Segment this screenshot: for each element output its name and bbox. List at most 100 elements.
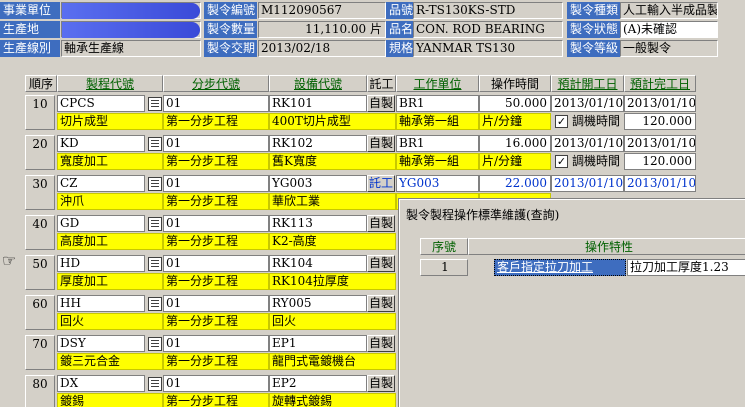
- row-seq: 20: [25, 135, 55, 170]
- mode-button[interactable]: 自製: [367, 95, 395, 112]
- adjust-input[interactable]: 120.000: [624, 153, 696, 170]
- op-time-input[interactable]: 50.000: [479, 95, 551, 112]
- header-mid-field-1[interactable]: 11,110.00 片: [258, 21, 386, 38]
- equip-code-input[interactable]: RK113: [269, 215, 367, 232]
- header-right-field-1[interactable]: CON. ROD BEARING: [413, 21, 563, 38]
- lookup-list-icon[interactable]: [148, 257, 162, 271]
- equip-code-input[interactable]: RK101: [269, 95, 367, 112]
- equip-code-input[interactable]: RY005: [269, 295, 367, 312]
- start-date-input[interactable]: 2013/01/10: [551, 175, 624, 192]
- header-right-field-2[interactable]: YANMAR TS130: [413, 40, 563, 57]
- header-left-field-2[interactable]: 軸承生產線: [61, 40, 201, 57]
- step-name: 第一分步工程: [163, 393, 269, 407]
- hand-pointer-icon: ☞: [2, 251, 17, 270]
- lookup-list-icon[interactable]: [148, 137, 162, 151]
- header-far-label-0: 製令種類: [567, 2, 620, 19]
- equip-name: 龍門式電鍍機台: [269, 353, 396, 370]
- equip-code-input[interactable]: RK104: [269, 255, 367, 272]
- header-far-field-2[interactable]: 一般製令: [620, 40, 718, 57]
- proc-code-input[interactable]: KD: [57, 135, 145, 152]
- mode-button[interactable]: 自製: [367, 215, 395, 232]
- step-code-input[interactable]: 01: [163, 135, 269, 152]
- dialog-col-no: 序號: [420, 238, 468, 255]
- end-date-input[interactable]: 2013/01/10: [624, 175, 696, 192]
- proc-name: 鍍錫: [57, 393, 163, 407]
- mode-button[interactable]: 自製: [367, 295, 395, 312]
- mode-button[interactable]: 託工: [367, 175, 395, 192]
- adjust-checkbox[interactable]: ✓: [555, 155, 568, 168]
- step-code-input[interactable]: 01: [163, 375, 269, 392]
- equip-code-input[interactable]: EP2: [269, 375, 367, 392]
- step-code-input[interactable]: 01: [163, 95, 269, 112]
- header-right-field-0[interactable]: R-TS130KS-STD: [413, 2, 563, 19]
- mode-button[interactable]: 自製: [367, 135, 395, 152]
- header-far-label-2: 製令等級: [567, 40, 620, 57]
- step-code-input[interactable]: 01: [163, 295, 269, 312]
- proc-code-input[interactable]: DSY: [57, 335, 145, 352]
- col-header-unit[interactable]: 工作單位: [396, 75, 479, 92]
- header-mid-field-2[interactable]: 2013/02/18: [258, 40, 386, 57]
- equip-name: K2-高度: [269, 233, 396, 250]
- adjust-checkbox[interactable]: ✓: [555, 115, 568, 128]
- start-date-input[interactable]: 2013/01/10: [551, 135, 624, 152]
- proc-code-input[interactable]: CZ: [57, 175, 145, 192]
- mode-button[interactable]: 自製: [367, 375, 395, 392]
- header-left-label-1: 生產地: [0, 21, 60, 38]
- lookup-list-icon[interactable]: [148, 377, 162, 391]
- proc-code-input[interactable]: DX: [57, 375, 145, 392]
- unit-code-input[interactable]: BR1: [396, 135, 479, 152]
- end-date-input[interactable]: 2013/01/10: [624, 135, 696, 152]
- lookup-list-icon[interactable]: [148, 337, 162, 351]
- proc-code-input[interactable]: HH: [57, 295, 145, 312]
- dialog-row-desc[interactable]: 拉刀加工厚度1.23: [627, 259, 745, 276]
- mode-button[interactable]: 自製: [367, 335, 395, 352]
- step-name: 第一分步工程: [163, 273, 269, 290]
- row-seq: 30: [25, 175, 55, 210]
- col-header-seq: 順序: [25, 75, 57, 92]
- unit-code-input[interactable]: BR1: [396, 95, 479, 112]
- equip-name: 舊K寬度: [269, 153, 396, 170]
- row-seq: 10: [25, 95, 55, 130]
- equip-name: 旋轉式鍍錫: [269, 393, 396, 407]
- dialog-row-feature[interactable]: 客戶指定拉刀加工: [494, 259, 626, 276]
- step-code-input[interactable]: 01: [163, 335, 269, 352]
- header-left-label-2: 生產線別: [0, 40, 60, 57]
- adjust-label: 調機時間: [572, 154, 621, 168]
- adjust-input[interactable]: 120.000: [624, 113, 696, 130]
- step-name: 第一分步工程: [163, 233, 269, 250]
- lookup-list-icon[interactable]: [148, 177, 162, 191]
- col-header-step[interactable]: 分步代號: [163, 75, 269, 92]
- header-mid-field-0[interactable]: M112090567: [258, 2, 386, 19]
- adjust-label: 調機時間: [572, 114, 621, 128]
- op-time-input[interactable]: 16.000: [479, 135, 551, 152]
- operation-standard-dialog: 製令製程操作標準維護(查詢) 序號 操作特性 1 客戶指定拉刀加工 拉刀加工厚度…: [399, 199, 745, 407]
- lookup-list-icon[interactable]: [148, 297, 162, 311]
- start-date-input[interactable]: 2013/01/10: [551, 95, 624, 112]
- header-mid-label-1: 製令數量: [204, 21, 257, 38]
- col-header-start[interactable]: 預計開工日: [551, 75, 624, 92]
- dialog-col-feature: 操作特性: [468, 238, 745, 255]
- equip-code-input[interactable]: RK102: [269, 135, 367, 152]
- lookup-list-icon[interactable]: [148, 217, 162, 231]
- col-header-end[interactable]: 預計完工日: [624, 75, 696, 92]
- col-header-proc[interactable]: 製程代號: [57, 75, 163, 92]
- proc-code-input[interactable]: GD: [57, 215, 145, 232]
- equip-code-input[interactable]: YG003: [269, 175, 367, 192]
- proc-name: 回火: [57, 313, 163, 330]
- mode-button[interactable]: 自製: [367, 255, 395, 272]
- proc-name: 鍍三元合金: [57, 353, 163, 370]
- header-far-field-1[interactable]: (A)未確認: [620, 21, 718, 38]
- step-code-input[interactable]: 01: [163, 215, 269, 232]
- proc-code-input[interactable]: CPCS: [57, 95, 145, 112]
- equip-name: 回火: [269, 313, 396, 330]
- header-far-field-0[interactable]: 人工輸入半成品製: [620, 2, 718, 19]
- end-date-input[interactable]: 2013/01/10: [624, 95, 696, 112]
- step-code-input[interactable]: 01: [163, 175, 269, 192]
- op-time-input[interactable]: 22.000: [479, 175, 551, 192]
- col-header-equip[interactable]: 設備代號: [269, 75, 367, 92]
- equip-code-input[interactable]: EP1: [269, 335, 367, 352]
- lookup-list-icon[interactable]: [148, 97, 162, 111]
- unit-code-input[interactable]: YG003: [396, 175, 479, 192]
- proc-code-input[interactable]: HD: [57, 255, 145, 272]
- step-code-input[interactable]: 01: [163, 255, 269, 272]
